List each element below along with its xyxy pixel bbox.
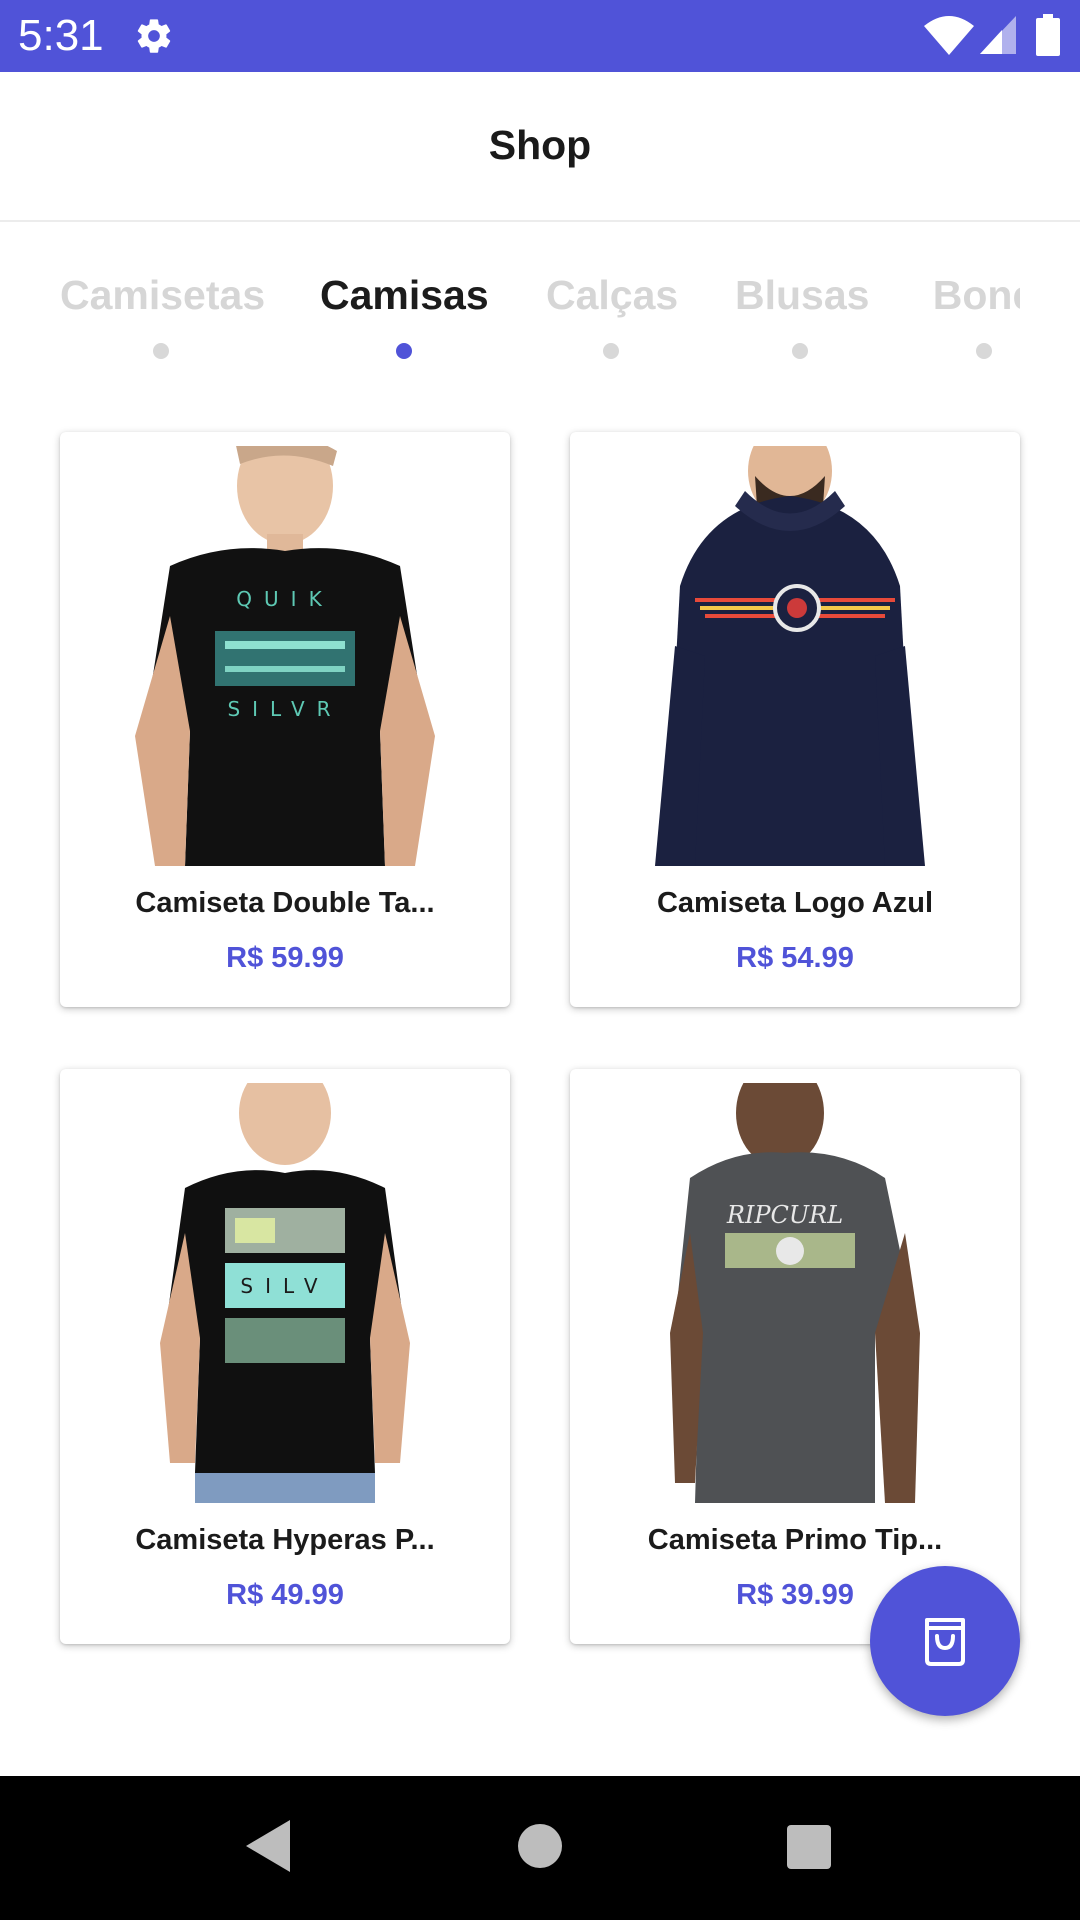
product-price: R$ 54.99 (736, 942, 854, 974)
tab-indicator-dot (153, 343, 169, 359)
svg-text:SILV: SILV (240, 1274, 329, 1298)
tab-calcas[interactable]: Calças (546, 250, 679, 370)
status-time: 5:31 (18, 11, 104, 60)
signal-icon (980, 16, 1016, 54)
recents-icon[interactable] (787, 1825, 831, 1869)
product-image: QUIK SILVR (75, 446, 495, 866)
tab-label: Calças (546, 272, 679, 318)
svg-text:QUIK: QUIK (236, 587, 333, 611)
product-name: Camiseta Primo Tip... (647, 1524, 943, 1556)
back-icon[interactable] (244, 1818, 292, 1874)
navigation-bar (0, 1776, 1080, 1920)
tab-indicator-dot (792, 343, 808, 359)
product-image: SILV (75, 1083, 495, 1503)
tab-bone[interactable]: Boné (924, 250, 1020, 370)
product-card[interactable]: Camiseta Logo Azul R$ 54.99 (570, 432, 1020, 1007)
shopping-bag-icon (925, 1618, 965, 1666)
page-title: Shop (488, 122, 592, 168)
svg-text:SILVR: SILVR (227, 697, 342, 721)
tab-label: Blusas (735, 272, 870, 318)
svg-text:RIPCURL: RIPCURL (726, 1201, 843, 1229)
tab-label: Camisas (320, 272, 489, 318)
tab-indicator-dot (976, 343, 992, 359)
tab-camisas[interactable]: Camisas (320, 250, 489, 370)
product-name: Camiseta Hyperas P... (135, 1524, 435, 1556)
tab-label: Camisetas (60, 272, 266, 318)
product-image: RIPCURL (585, 1083, 1005, 1503)
cart-button[interactable] (870, 1566, 1020, 1716)
wifi-icon (924, 16, 974, 55)
tab-camisetas[interactable]: Camisetas (60, 250, 266, 370)
battery-icon (1036, 14, 1060, 56)
category-tabs: Camisetas Camisas Calças Blusas Boné (0, 250, 1020, 380)
product-card[interactable]: SILV Camiseta Hyperas P... R$ 49.99 (60, 1069, 510, 1644)
tab-indicator-dot (603, 343, 619, 359)
tab-label: Boné (932, 272, 1020, 318)
product-card[interactable]: RIPCURL Camiseta Primo Tip... R$ 39.99 (570, 1069, 1020, 1644)
home-icon[interactable] (518, 1824, 562, 1868)
product-price: R$ 49.99 (226, 1579, 344, 1611)
product-name: Camiseta Logo Azul (656, 887, 934, 919)
gear-icon (137, 19, 171, 53)
product-image (585, 446, 1005, 866)
product-card[interactable]: QUIK SILVR Camiseta Double Ta... R$ 59.9… (60, 432, 510, 1007)
tab-blusas[interactable]: Blusas (735, 250, 870, 370)
app-bar: Shop (0, 72, 1080, 222)
status-bar: 5:31 (0, 0, 1080, 72)
tab-indicator-dot (396, 343, 412, 359)
product-name: Camiseta Double Ta... (135, 887, 435, 919)
product-price: R$ 59.99 (226, 942, 344, 974)
